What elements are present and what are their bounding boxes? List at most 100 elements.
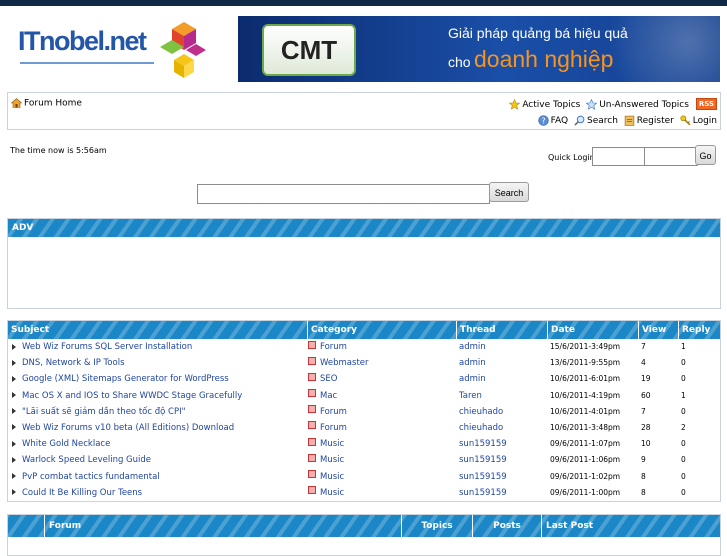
topic-subject-link[interactable]: DNS, Network & IP Tools xyxy=(12,355,310,371)
topic-category-link[interactable]: Forum xyxy=(308,339,456,355)
login-label: Login xyxy=(692,116,717,126)
topic-subject-link[interactable]: Could It Be Killing Our Teens xyxy=(12,485,310,501)
site-logo[interactable]: ITnobel.net xyxy=(14,22,206,86)
topic-date: 09/6/2011-1:07pm xyxy=(550,439,621,449)
nav-row-1: Active Topics Un-Answered Topics RSS xyxy=(506,98,717,110)
topic-author-link[interactable]: Taren xyxy=(459,388,547,404)
adv-header: ADV xyxy=(8,219,720,237)
col-view-header: View xyxy=(638,321,678,339)
topic-category-link[interactable]: Music xyxy=(308,485,456,501)
bullet-arrow-icon xyxy=(12,359,16,366)
topic-replies: 0 xyxy=(681,471,686,481)
active-topics-link[interactable]: Active Topics xyxy=(509,98,580,110)
topic-replies: 2 xyxy=(681,422,686,432)
topic-category-link[interactable]: Music xyxy=(308,452,456,468)
forum-table-header: Forum Topics Posts Last Post xyxy=(8,515,720,537)
topic-subject-link[interactable]: Warlock Speed Leveling Guide xyxy=(12,452,310,468)
topic-replies: 0 xyxy=(681,374,686,384)
rss-button[interactable]: RSS xyxy=(695,98,717,110)
quick-login: Quick Login Go xyxy=(548,145,718,169)
col-forum-header: Forum xyxy=(44,515,401,537)
forum-search-input[interactable] xyxy=(197,184,490,204)
category-icon xyxy=(308,437,316,446)
table-row: Google (XML) Sitemaps Generator for Word… xyxy=(8,371,720,387)
topic-category-link[interactable]: Music xyxy=(308,436,456,452)
topic-views: 8 xyxy=(641,471,646,481)
register-link[interactable]: Register xyxy=(624,115,674,126)
topic-author-link[interactable]: admin xyxy=(459,339,547,355)
topic-subject: Warlock Speed Leveling Guide xyxy=(22,455,152,466)
star-icon xyxy=(509,98,521,110)
bullet-arrow-icon xyxy=(12,392,16,399)
table-row: "Lãi suất sẽ giảm dần theo tốc độ CPI" Fo… xyxy=(8,404,720,420)
quick-login-password[interactable] xyxy=(644,147,698,166)
topic-author-link[interactable]: chieuhado xyxy=(459,420,547,436)
topic-subject-link[interactable]: Mac OS X and IOS to Share WWDC Stage Gra… xyxy=(12,388,310,404)
topic-subject-link[interactable]: PvP combat tactics fundamental xyxy=(12,469,310,485)
table-row: DNS, Network & IP Tools Webmaster admin 13/… xyxy=(8,355,720,371)
star-outline-icon xyxy=(586,98,598,110)
quick-login-username[interactable] xyxy=(592,147,646,166)
topic-subject-link[interactable]: Web Wiz Forums v10 beta (All Editions) D… xyxy=(12,420,310,436)
topic-replies: 0 xyxy=(681,455,686,465)
topic-category: Music xyxy=(320,439,345,450)
topic-replies: 1 xyxy=(681,390,686,400)
bullet-arrow-icon xyxy=(12,408,16,415)
topic-subject-link[interactable]: Google (XML) Sitemaps Generator for Word… xyxy=(12,371,310,387)
search-icon xyxy=(574,115,585,126)
recent-topics-table: Subject Category Thread Date View Reply … xyxy=(7,320,721,502)
topic-date: 09/6/2011-1:00pm xyxy=(550,487,621,497)
topic-category: Forum xyxy=(320,422,347,433)
topic-subject-link[interactable]: Web Wiz Forums SQL Server Installation xyxy=(12,339,310,355)
topic-category-link[interactable]: Music xyxy=(308,469,456,485)
table-row: Could It Be Killing Our Teens Music sun159… xyxy=(8,485,720,501)
topic-author-link[interactable]: admin xyxy=(459,355,547,371)
search-link[interactable]: Search xyxy=(574,115,618,126)
topic-author-link[interactable]: sun159159 xyxy=(459,469,547,485)
category-icon xyxy=(308,372,316,381)
unanswered-topics-link[interactable]: Un-Answered Topics xyxy=(586,98,689,110)
category-icon xyxy=(308,340,316,349)
topic-category: SEO xyxy=(320,374,338,385)
top-strip xyxy=(0,0,727,6)
col-date-header: Date xyxy=(547,321,638,339)
col-lastpost-header: Last Post xyxy=(541,515,720,537)
login-link[interactable]: Login xyxy=(680,115,717,126)
topic-views: 7 xyxy=(641,406,646,416)
quick-login-go-button[interactable]: Go xyxy=(695,145,716,165)
topics-table-header: Subject Category Thread Date View Reply xyxy=(8,321,720,339)
topic-category-link[interactable]: Mac xyxy=(308,388,456,404)
bullet-arrow-icon xyxy=(12,424,16,431)
topic-category-link[interactable]: Forum xyxy=(308,404,456,420)
svg-text:?: ? xyxy=(541,116,545,125)
help-icon: ? xyxy=(538,115,549,126)
ad-banner[interactable]: CMT Giải pháp quảng bá hiệu quả cho doan… xyxy=(238,16,720,82)
topic-category: Music xyxy=(320,487,345,498)
forum-search-button[interactable]: Search xyxy=(489,182,529,202)
forum-home-link[interactable]: Forum Home xyxy=(11,98,82,109)
topic-subject-link[interactable]: "Lãi suất sẽ giảm dần theo tốc độ CPI" xyxy=(12,404,310,420)
topic-replies: 0 xyxy=(681,406,686,416)
topic-category: Music xyxy=(320,471,345,482)
topic-views: 7 xyxy=(641,342,646,351)
topic-subject-link[interactable]: White Gold Necklace xyxy=(12,436,310,452)
topic-author-link[interactable]: sun159159 xyxy=(459,452,547,468)
topic-author-link[interactable]: admin xyxy=(459,371,547,387)
topic-replies: 0 xyxy=(681,439,686,449)
category-icon xyxy=(308,389,316,398)
topic-subject: Could It Be Killing Our Teens xyxy=(22,487,143,498)
topic-category: Mac xyxy=(320,390,338,401)
topic-author-link[interactable]: sun159159 xyxy=(459,485,547,501)
topic-author-link[interactable]: sun159159 xyxy=(459,436,547,452)
topic-category-link[interactable]: Forum xyxy=(308,420,456,436)
bullet-arrow-icon xyxy=(12,375,16,382)
topic-subject: Web Wiz Forums v10 beta (All Editions) D… xyxy=(22,422,235,433)
topic-category-link[interactable]: Webmaster xyxy=(308,355,456,371)
topic-category-link[interactable]: SEO xyxy=(308,371,456,387)
category-icon xyxy=(308,356,316,365)
topic-category: Webmaster xyxy=(320,358,369,369)
topic-author-link[interactable]: chieuhado xyxy=(459,404,547,420)
topic-replies: 0 xyxy=(681,487,686,497)
topic-replies: 1 xyxy=(681,342,686,351)
faq-link[interactable]: ? FAQ xyxy=(538,115,568,126)
